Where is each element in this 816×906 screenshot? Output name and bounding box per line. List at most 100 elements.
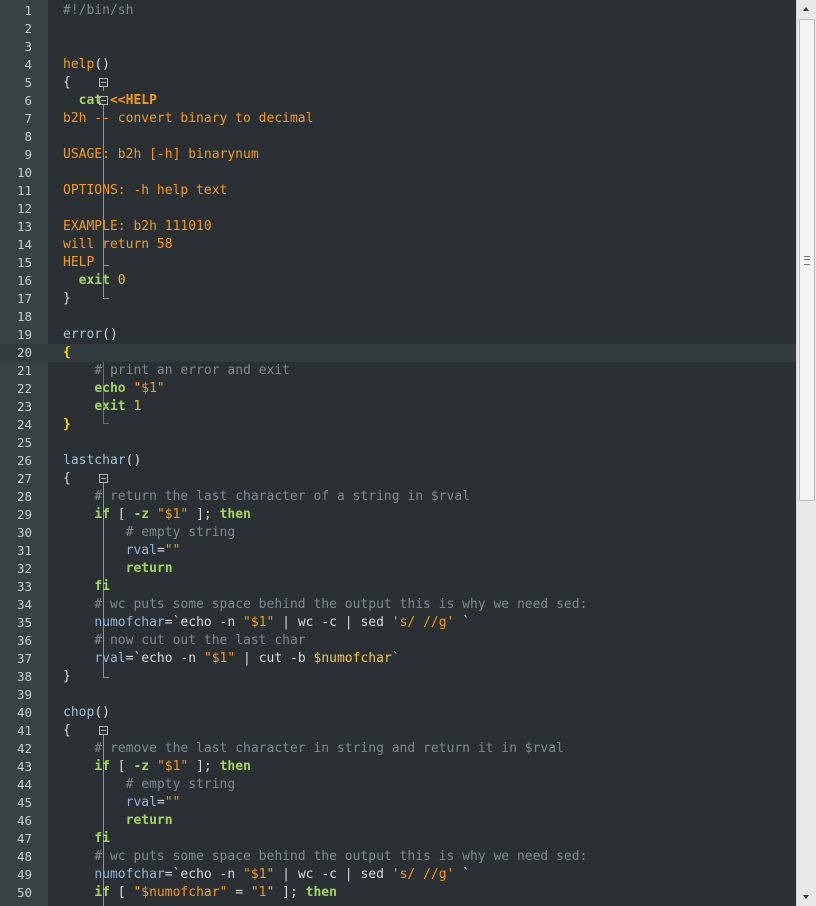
code-line[interactable]: 37 rval=`echo -n "$1" | cut -b $numofcha… — [0, 650, 796, 668]
token-string: "$1" — [243, 615, 275, 630]
arrow-down-icon[interactable] — [797, 888, 816, 906]
token-string: "$1" — [133, 381, 165, 396]
code-line[interactable]: 28 # return the last character of a stri… — [0, 488, 796, 506]
code-line[interactable]: 11 OPTIONS: -h help text — [0, 182, 796, 200]
code-line[interactable]: 42 # remove the last character in string… — [0, 740, 796, 758]
code-line[interactable]: 48 # wc puts some space behind the outpu… — [0, 848, 796, 866]
line-number: 41 — [16, 723, 32, 738]
token-comment: # wc puts some space behind the output t… — [94, 849, 588, 864]
line-text: EXAMPLE: b2h 111010 — [63, 218, 212, 236]
code-line[interactable]: 45 rval="" — [0, 794, 796, 812]
token-number: $numofchar — [313, 651, 392, 666]
token-brace: { — [63, 723, 71, 738]
vertical-scrollbar[interactable] — [796, 0, 816, 906]
code-line[interactable]: 32 return — [0, 560, 796, 578]
code-line[interactable]: 29 if [ -z "$1" ]; then — [0, 506, 796, 524]
arrow-up-icon[interactable] — [797, 0, 816, 18]
line-text: # wc puts some space behind the output t… — [63, 848, 587, 866]
code-line[interactable]: 41 { — [0, 722, 796, 740]
code-line[interactable]: 21 # print an error and exit — [0, 362, 796, 380]
code-line[interactable]: 22 echo "$1" — [0, 380, 796, 398]
code-line[interactable]: 43 if [ -z "$1" ]; then — [0, 758, 796, 776]
code-line[interactable]: 24} — [0, 416, 796, 434]
token-func: help — [63, 57, 95, 72]
code-line[interactable]: 33 fi — [0, 578, 796, 596]
token-heredoc: will return 58 — [63, 237, 173, 252]
line-text: fi — [63, 830, 110, 848]
code-line[interactable]: 9 USAGE: b2h [-h] binarynum — [0, 146, 796, 164]
code-line[interactable]: 8 — [0, 128, 796, 146]
scroll-grip-icon — [804, 256, 810, 265]
token-string: "1" — [250, 885, 275, 900]
line-text: help() — [63, 56, 110, 74]
code-line[interactable]: 46 return — [0, 812, 796, 830]
code-line[interactable]: 17} — [0, 290, 796, 308]
line-text: fi — [63, 578, 110, 596]
code-line[interactable]: 3 — [0, 38, 796, 56]
code-line[interactable]: 19 error() — [0, 326, 796, 344]
token-plain: = — [156, 543, 165, 558]
token-comment: # now cut out the last char — [94, 633, 306, 648]
code-line[interactable]: 50 if [ "$numofchar" = "1" ]; then — [0, 884, 796, 902]
line-text: { — [63, 722, 71, 740]
code-line[interactable]: 16 exit 0 — [0, 272, 796, 290]
code-line[interactable]: 7 b2h -- convert binary to decimal — [0, 110, 796, 128]
code-line[interactable]: 13 EXAMPLE: b2h 111010 — [0, 218, 796, 236]
code-area[interactable]: 1 #!/bin/sh 2 3 4 help() 5{6 cat <<HELP 7 b2h --… — [0, 0, 796, 906]
line-text: # remove the last character in string an… — [63, 740, 564, 758]
token-string: 's/ //g' — [391, 867, 455, 882]
code-line[interactable]: 39 — [0, 686, 796, 704]
code-line[interactable]: 4 help() — [0, 56, 796, 74]
code-line[interactable]: 2 — [0, 20, 796, 38]
code-line[interactable]: 38} — [0, 668, 796, 686]
token-keyword: return — [125, 561, 173, 576]
line-number: 46 — [16, 813, 32, 828]
line-text: { — [63, 344, 71, 362]
code-line[interactable]: 12 — [0, 200, 796, 218]
code-line[interactable]: 18 — [0, 308, 796, 326]
line-number: 4 — [24, 57, 32, 72]
code-line[interactable]: 20 { — [0, 344, 796, 362]
code-line[interactable]: 15 HELP — [0, 254, 796, 272]
token-string: "" — [164, 795, 181, 810]
token-plain: ]; — [188, 507, 220, 522]
line-number: 21 — [16, 363, 32, 378]
scrollbar-thumb[interactable] — [799, 19, 815, 501]
code-line[interactable]: 27 { — [0, 470, 796, 488]
line-text: # empty string — [63, 776, 236, 794]
token-heredoc: b2h -- convert binary to decimal — [63, 111, 314, 126]
line-number: 40 — [16, 705, 32, 720]
code-line[interactable]: 47 fi — [0, 830, 796, 848]
code-line[interactable]: 30 # empty string — [0, 524, 796, 542]
line-number: 19 — [16, 327, 32, 342]
line-text: } — [63, 668, 71, 686]
code-editor[interactable]: 1 #!/bin/sh 2 3 4 help() 5{6 cat <<HELP 7 b2h --… — [0, 0, 816, 906]
code-line[interactable]: 14 will return 58 — [0, 236, 796, 254]
code-line[interactable]: 35 numofchar=`echo -n "$1" | wc -c | sed… — [0, 614, 796, 632]
code-line[interactable]: 44 # empty string — [0, 776, 796, 794]
line-number: 26 — [16, 453, 32, 468]
code-line[interactable]: 31 rval="" — [0, 542, 796, 560]
token-plain: = — [227, 885, 251, 900]
token-heredoc-op: <<HELP — [109, 93, 157, 108]
code-line[interactable]: 49 numofchar=`echo -n "$1" | wc -c | sed… — [0, 866, 796, 884]
code-line[interactable]: 25 — [0, 434, 796, 452]
code-line[interactable]: 36 # now cut out the last char — [0, 632, 796, 650]
line-text: rval="" — [63, 542, 181, 560]
token-keyword: exit — [94, 399, 126, 414]
code-line[interactable]: 34 # wc puts some space behind the outpu… — [0, 596, 796, 614]
token-plain: [ — [109, 759, 134, 774]
code-line[interactable]: 26 lastchar() — [0, 452, 796, 470]
code-line[interactable]: 40 chop() — [0, 704, 796, 722]
code-line[interactable]: 10 — [0, 164, 796, 182]
token-keyword: return — [125, 813, 173, 828]
line-text: if [ -z "$1" ]; then — [63, 506, 251, 524]
code-line[interactable]: 5{ — [0, 74, 796, 92]
code-line[interactable]: 23 exit 1 — [0, 398, 796, 416]
code-line[interactable]: 1 #!/bin/sh — [0, 2, 796, 20]
code-line[interactable]: 6 cat <<HELP — [0, 92, 796, 110]
line-number: 18 — [16, 309, 32, 324]
